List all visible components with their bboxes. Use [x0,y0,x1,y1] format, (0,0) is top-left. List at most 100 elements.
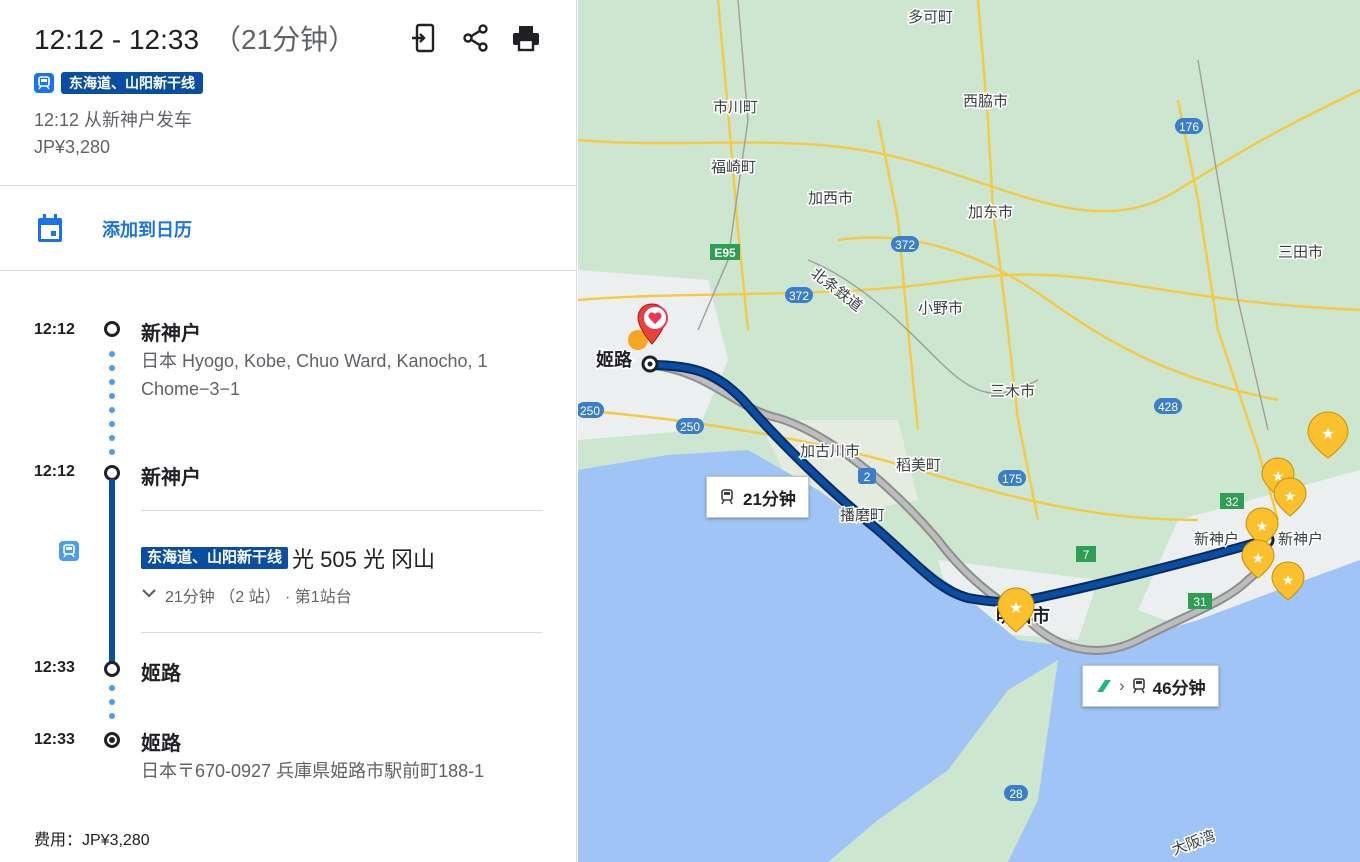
train-icon [34,73,54,93]
place-label: 姬路 [596,349,633,370]
place-label: 新神户 [1278,531,1323,548]
road-shield: 428 [1154,398,1182,414]
svg-text:175: 175 [1002,472,1022,486]
departure-text: 12:12 从新神户发车 [34,110,193,130]
road-shield: 176 [1175,118,1203,134]
svg-text:176: 176 [1179,120,1199,134]
stop-time: 12:33 [34,731,75,748]
place-label: 小野市 [918,300,963,317]
transit-line-bar [109,479,115,663]
directions-panel: 12:12 - 12:33 （21分钟） 东海道、山阳新干线 12:12 从新神户… [0,0,577,862]
place-label: 加古川市 [800,443,860,460]
svg-text:★: ★ [1252,550,1265,566]
svg-text:250: 250 [580,404,600,418]
place-label: 福崎町 [711,159,756,176]
expand-stops-toggle[interactable]: 21分钟 （2 站） · 第1站台 [141,583,352,607]
road-shield: 28 [1004,785,1028,801]
svg-text:32: 32 [1225,495,1239,509]
send-to-phone-icon[interactable] [408,22,440,54]
svg-text:★: ★ [1282,572,1295,588]
road-shield: E95 [710,244,740,260]
chevron-right-icon: › [1119,676,1125,695]
chevron-down-icon [141,586,157,604]
himeji-station-dot [647,361,653,367]
line-badge: 东海道、山阳新干线 [141,547,289,569]
svg-text:★: ★ [1321,426,1335,443]
train-icon [721,489,733,505]
place-label: 稻美町 [896,457,941,474]
stop-time: 12:12 [34,321,75,338]
road-shield: 250 [676,418,704,434]
stop-time: 12:33 [34,659,75,676]
road-shield: 7 [1076,546,1096,562]
svg-text:428: 428 [1158,400,1178,414]
trip-summary: 12:12 - 12:33 （21分钟） 东海道、山阳新干线 12:12 从新神户… [0,0,576,186]
svg-text:250: 250 [680,420,700,434]
place-label: 多可町 [908,9,953,26]
stop-address: 日本 Hyogo, Kobe, Chuo Ward, Kanocho, 1 Ch… [141,351,488,399]
destination-node [104,732,120,748]
alt-route-duration: 46分钟 [1152,678,1206,698]
svg-text:31: 31 [1193,595,1207,609]
road-shield: 372 [891,236,919,252]
trip-timeline: 12:12 新神户 日本 Hyogo, Kobe, Chuo Ward, Kan… [0,271,576,861]
place-label: 三木市 [990,383,1035,400]
svg-text:2: 2 [864,470,871,484]
stop-name[interactable]: 新神户 [141,461,201,490]
map-canvas[interactable]: E95 372 372 176 428 175 250 250 2 7 32 3… [578,0,1360,862]
stop-name[interactable]: 新神户 [141,317,201,346]
primary-route-label[interactable]: 21分钟 [706,476,809,518]
train-name: 光 505 光 冈山 [292,547,436,572]
divider [141,632,543,633]
print-icon[interactable] [510,22,542,54]
map-svg[interactable]: E95 372 372 176 428 175 250 250 2 7 32 3… [578,0,1360,862]
svg-text:372: 372 [895,238,915,252]
rideshare-icon [1097,680,1111,692]
road-shield: 2 [858,468,876,484]
svg-text:★: ★ [1284,488,1297,504]
place-label: 加西市 [808,190,853,207]
line-badge: 东海道、山阳新干线 [61,72,203,94]
trip-time-range: 12:12 - 12:33 [34,24,200,55]
svg-text:★: ★ [1009,600,1023,617]
place-label: 西脇市 [963,93,1008,110]
fare-text: 费用：JP¥3,280 [34,832,150,849]
train-icon [1132,678,1145,694]
calendar-icon [36,214,64,249]
trip-title: 12:12 - 12:33 （21分钟） [34,18,356,58]
svg-text:★: ★ [1256,518,1269,534]
add-to-calendar-button[interactable]: 添加到日历 [0,186,576,271]
road-shield: 250 [578,402,604,418]
place-label: 三田市 [1278,244,1323,261]
trip-detail-text: 21分钟 （2 站） · 第1站台 [165,589,352,606]
svg-text:E95: E95 [714,246,736,260]
primary-route-duration: 21分钟 [743,489,796,509]
share-icon[interactable] [460,22,492,54]
svg-text:28: 28 [1009,787,1023,801]
road-shield: 175 [998,470,1026,486]
trip-duration: （21分钟） [213,24,357,55]
trip-line-info: 东海道、山阳新干线 光 505 光 冈山 [141,542,435,574]
road-shield: 31 [1188,593,1212,609]
road-shield: 32 [1220,493,1244,509]
stop-node [104,321,120,337]
stop-node [104,661,120,677]
svg-text:7: 7 [1083,548,1090,562]
stop-time: 12:12 [34,463,75,480]
place-label: 播磨町 [840,507,885,524]
place-label: 市川町 [713,99,758,116]
walk-dots [109,351,115,463]
alt-route-label[interactable]: › 46分钟 [1082,665,1219,707]
place-label: 加东市 [968,204,1013,221]
stop-name[interactable]: 姬路 [141,657,181,686]
train-icon [59,541,79,561]
stop-name[interactable]: 姬路 [141,727,181,756]
add-to-calendar-label: 添加到日历 [102,220,192,240]
place-label: 新神户 [1194,531,1239,548]
transit-line-chip: 东海道、山阳新干线 [34,72,203,94]
stop-address: 日本〒670-0927 兵庫県姫路市駅前町188-1 [141,761,485,781]
walk-dots [109,685,115,727]
price-text: JP¥3,280 [34,137,111,157]
divider [141,510,543,511]
road-shield: 372 [785,287,813,303]
